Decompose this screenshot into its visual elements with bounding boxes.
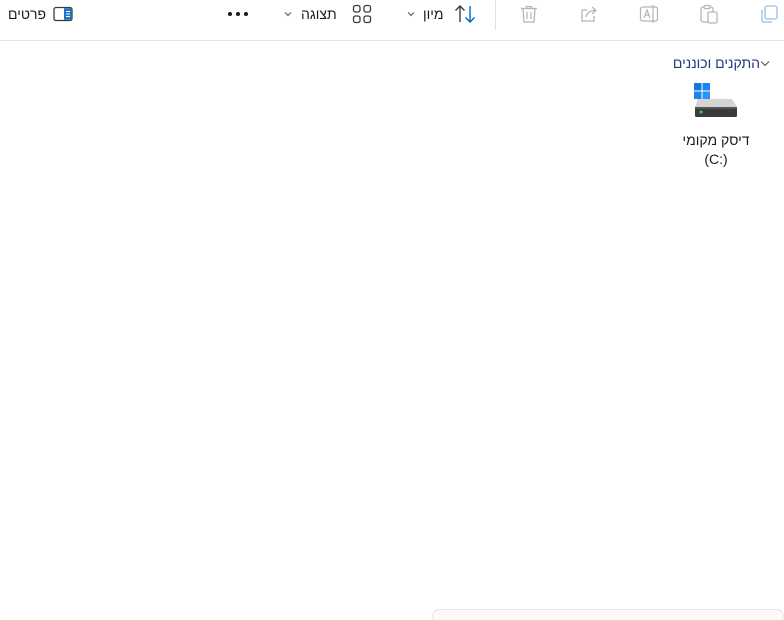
view-grid-icon (352, 4, 372, 24)
details-pane-button[interactable]: פרטים (8, 0, 73, 28)
chevron-down-icon (760, 54, 770, 72)
sort-button[interactable]: מיון (407, 0, 476, 28)
sort-icon (454, 4, 476, 24)
more-options-icon (226, 11, 250, 17)
view-button[interactable]: תצוגה (284, 0, 372, 28)
group-label: התקנים וכוננים (672, 55, 760, 71)
delete-icon (519, 4, 539, 24)
more-options-button[interactable] (226, 0, 250, 28)
details-label: פרטים (8, 6, 47, 22)
share-button[interactable] (579, 0, 599, 28)
share-icon (579, 4, 599, 24)
paste-icon (699, 4, 719, 24)
drive-letter: (C:) (704, 151, 728, 167)
copy-button[interactable] (759, 0, 779, 28)
sort-label: מיון (423, 6, 444, 22)
horizontal-scrollbar[interactable] (432, 609, 784, 620)
toolbar-separator (495, 0, 496, 30)
copy-icon (759, 4, 779, 24)
paste-button[interactable] (699, 0, 719, 28)
delete-button[interactable] (519, 0, 539, 28)
file-list-area[interactable]: התקנים וכוננים דיסק מקומי (C:) (0, 41, 784, 620)
local-disk-icon (692, 81, 740, 126)
chevron-down-icon (407, 11, 415, 17)
rename-icon (639, 4, 659, 24)
group-header-devices-drives[interactable]: התקנים וכוננים (673, 54, 774, 72)
command-bar: פרטים תצוגה מיון (0, 0, 784, 41)
drive-name: דיסק מקומי (682, 132, 750, 148)
chevron-down-icon (284, 11, 292, 17)
view-label: תצוגה (301, 6, 337, 22)
details-pane-icon (53, 6, 73, 22)
rename-button[interactable] (639, 0, 659, 28)
